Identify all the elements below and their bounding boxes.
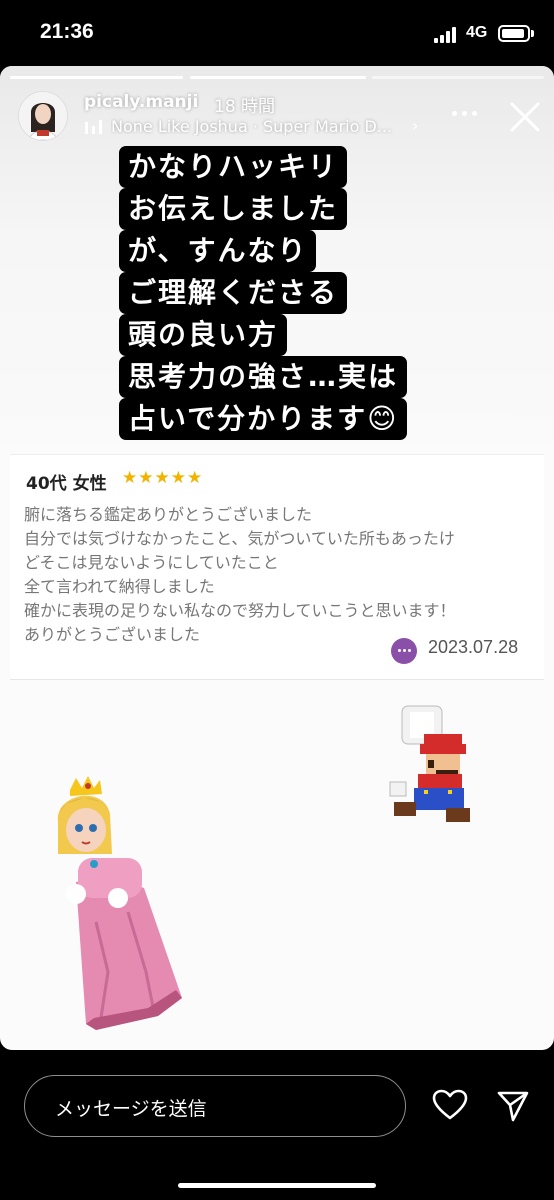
review-text-line: 腑に落ちる鑑定ありがとうございました xyxy=(24,505,313,524)
princess-sticker[interactable] xyxy=(48,772,184,1034)
story-caption-line: 頭の良い方 xyxy=(119,314,288,356)
more-dots-icon[interactable] xyxy=(452,111,478,119)
avatar[interactable] xyxy=(18,91,68,141)
message-input[interactable]: メッセージを送信 xyxy=(24,1075,406,1137)
story-progress-segment xyxy=(10,76,183,79)
chat-bubble-icon xyxy=(391,638,417,664)
mario-sticker[interactable] xyxy=(384,704,476,826)
review-card: 40代 女性 ★★★★★ 腑に落ちる鑑定ありがとうございました 自分では気づけな… xyxy=(10,454,544,680)
review-text-line: 自分では気づけなかったこと、気がついていた所もあったけ xyxy=(24,529,455,548)
close-icon[interactable] xyxy=(508,100,542,134)
story-caption-line: 占いで分かります😊 xyxy=(119,398,408,440)
story-caption-line: お伝えしました xyxy=(119,188,348,230)
review-date: 2023.07.28 xyxy=(428,637,519,657)
story-timestamp: 18 時間 xyxy=(214,97,276,117)
story-progress-segment xyxy=(372,76,544,79)
heart-icon[interactable] xyxy=(432,1089,468,1121)
signal-bars-icon xyxy=(434,27,460,43)
story-progress-segment xyxy=(190,76,366,79)
status-bar: 21:36 4G xyxy=(0,0,554,66)
review-author: 40代 女性 xyxy=(26,474,107,494)
story-caption-line: かなりハッキリ xyxy=(119,146,348,188)
chevron-right-icon[interactable]: › xyxy=(412,116,418,135)
review-text-line: 確かに表現の足りない私なので努力していこうと思います！ xyxy=(24,601,456,620)
message-placeholder: メッセージを送信 xyxy=(55,1098,207,1120)
story-username[interactable]: picaly.manji xyxy=(84,92,198,112)
review-stars: ★★★★★ xyxy=(122,468,204,488)
music-bars-icon xyxy=(85,120,102,134)
review-text-line: 全て言われて納得しました xyxy=(24,577,215,596)
review-text-line: どそこは見ないようにしていたこと xyxy=(24,553,279,572)
network-type: 4G xyxy=(466,24,488,41)
story-caption-line: ご理解くださる xyxy=(119,272,348,314)
story-music-label[interactable]: None Like Joshua · Super Mario D... xyxy=(111,117,419,136)
story-content[interactable]: picaly.manji 18 時間 None Like Joshua · Su… xyxy=(0,66,554,1050)
story-caption-line: が、すんなり xyxy=(119,230,317,272)
send-icon[interactable] xyxy=(496,1089,530,1123)
review-text-line: ありがとうございました xyxy=(24,625,201,644)
home-indicator[interactable] xyxy=(178,1183,376,1188)
battery-icon xyxy=(498,25,530,42)
story-caption-line: 思考力の強さ…実は xyxy=(119,356,408,398)
status-time: 21:36 xyxy=(40,20,94,43)
